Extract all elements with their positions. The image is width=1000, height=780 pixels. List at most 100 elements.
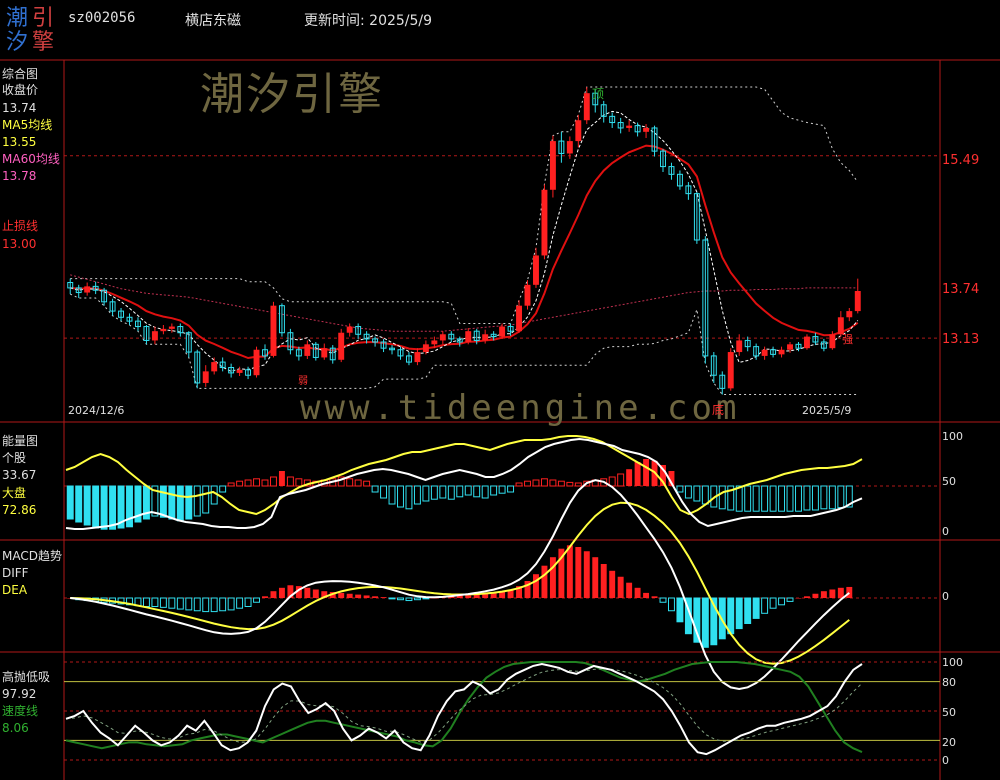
volume-bar: [634, 462, 641, 486]
volume-bar: [464, 485, 472, 496]
candle-body: [253, 349, 260, 376]
macd-bar: [185, 597, 193, 611]
stop-value: 13.00: [2, 237, 37, 251]
speed-value: 8.06: [2, 721, 29, 735]
strong-mark: 强: [842, 333, 853, 346]
volume-bar: [778, 485, 786, 512]
dea-line: [70, 501, 850, 665]
macd-bar: [465, 595, 472, 598]
macd-bar: [846, 586, 853, 598]
macd-bar: [541, 565, 548, 598]
volume-bar: [236, 480, 244, 487]
candle-body: [541, 189, 548, 256]
macd-bar: [210, 597, 218, 613]
volume-bar: [574, 482, 582, 487]
volume-bar: [75, 485, 83, 523]
macd-bar: [727, 597, 735, 635]
osc-value: 97.92: [2, 687, 37, 701]
osc-tick-80: 80: [942, 676, 956, 689]
macd-bar: [786, 597, 794, 602]
candle-body: [431, 340, 438, 345]
watermark-cn: 潮汐引擎: [200, 69, 384, 120]
candle-body: [414, 352, 421, 363]
macd-bar: [795, 598, 802, 599]
main-panel-title: 综合图: [2, 67, 39, 81]
macd-bar: [176, 597, 184, 610]
candle-body: [482, 334, 489, 341]
macd-bar: [168, 597, 176, 609]
volume-bar: [244, 479, 252, 487]
macd-bar: [304, 587, 311, 598]
candle-body: [465, 331, 472, 342]
macd-tick-0: 0: [942, 590, 949, 603]
candle-body: [84, 286, 91, 293]
macd-bar: [837, 587, 844, 598]
candle-body: [727, 352, 734, 389]
candle-body: [516, 305, 523, 332]
volume-bar: [803, 485, 811, 511]
volume-bar: [684, 485, 692, 499]
candle-body: [338, 332, 345, 360]
volume-tick-100: 100: [942, 430, 963, 443]
candle-body: [778, 349, 785, 355]
volume-panel-title: 能量图: [2, 434, 39, 448]
macd-bar: [372, 596, 379, 598]
candle-body: [575, 120, 582, 142]
macd-bar: [338, 592, 345, 598]
candle-body: [499, 326, 506, 337]
stop-label: 止损线: [2, 219, 39, 233]
macd-bar: [312, 589, 319, 598]
macd-bar: [651, 596, 658, 598]
candle-body: [439, 334, 446, 341]
macd-bar: [142, 597, 150, 607]
volume-bar: [744, 485, 752, 512]
candle-body: [236, 369, 243, 373]
macd-bar: [278, 587, 285, 598]
macd-bar: [363, 595, 370, 598]
ma60-value: 13.78: [2, 169, 37, 183]
macd-bar: [380, 597, 387, 598]
osc-tick-100: 100: [942, 656, 963, 669]
volume-bar: [447, 485, 455, 500]
volume-bar: [507, 485, 515, 493]
volume-bar: [693, 485, 701, 502]
tide-engine-logo: 潮 引 汐 擎: [6, 6, 58, 54]
macd-bar: [626, 582, 633, 598]
macd-bar: [778, 597, 786, 606]
volume-bar: [227, 482, 235, 487]
macd-bar: [812, 593, 819, 598]
macd-bar: [566, 545, 573, 598]
candle-body: [524, 284, 531, 306]
volume-bar: [566, 481, 574, 487]
volume-bar: [413, 485, 421, 505]
macd-bar: [346, 593, 353, 598]
volume-bar: [643, 459, 650, 486]
volume-bar: [176, 485, 184, 522]
volume-bar: [92, 485, 100, 529]
macd-bar: [761, 597, 769, 614]
volume-bar: [363, 480, 371, 487]
volume-bar: [210, 485, 218, 505]
macd-bar: [634, 587, 641, 598]
logo-char-3: 汐: [6, 30, 29, 55]
macd-panel-title: MACD趋势: [2, 549, 62, 563]
volume-bar: [346, 478, 354, 487]
volume-market-value: 72.86: [2, 503, 37, 517]
volume-bar: [159, 485, 167, 518]
volume-bar: [278, 471, 285, 486]
upper-channel-line: [70, 86, 859, 324]
volume-bar: [66, 485, 74, 520]
macd-bar: [676, 597, 684, 623]
macd-bar: [413, 597, 421, 601]
ma5-label: MA5均线: [2, 118, 53, 132]
candle-body: [202, 371, 209, 383]
macd-bar: [236, 597, 244, 609]
volume-bar: [718, 485, 726, 510]
candle-body: [643, 127, 650, 132]
candle-body: [422, 344, 429, 353]
macd-bar: [600, 564, 607, 598]
volume-bar: [354, 479, 362, 487]
volume-bar: [261, 479, 269, 487]
macd-bar: [244, 597, 252, 607]
osc-tick-0: 0: [942, 754, 949, 767]
